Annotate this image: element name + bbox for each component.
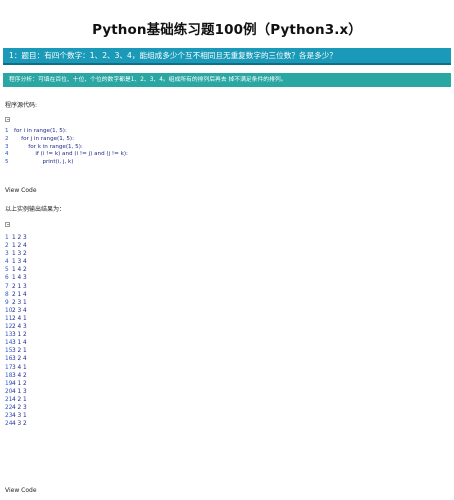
line-number: 8 xyxy=(5,291,9,298)
code-line: 1 for i in range(1, 5): xyxy=(5,128,128,136)
line-number: 18 xyxy=(5,372,13,379)
output-line: 102 3 4 xyxy=(5,307,27,315)
document-page: Python基础练习题100例（Python3.x） 1：题目：有四个数字：1、… xyxy=(0,0,454,500)
output-line: 31 3 2 xyxy=(5,250,27,258)
line-number: 3 xyxy=(5,143,9,150)
output-text: 4 1 3 xyxy=(12,388,27,395)
output-text: 4 2 3 xyxy=(12,404,27,411)
line-number: 4 xyxy=(5,259,9,266)
output-text: 4 1 2 xyxy=(12,380,27,387)
code-text: for j in range(1, 5): xyxy=(14,135,74,142)
output-line: 82 1 4 xyxy=(5,291,27,299)
output-text: 2 4 3 xyxy=(12,324,27,331)
line-number: 15 xyxy=(5,348,13,355)
line-number: 17 xyxy=(5,364,13,371)
line-number: 22 xyxy=(5,404,13,411)
question-bar: 1：题目：有四个数字：1、2、3、4，能组成多少个互不相同且无重复数字的三位数？… xyxy=(3,48,451,65)
line-number: 7 xyxy=(5,283,9,290)
code-text: for k in range(1, 5): xyxy=(14,143,83,150)
line-number: 10 xyxy=(5,307,13,314)
line-number: 21 xyxy=(5,396,13,403)
output-line: 183 4 2 xyxy=(5,372,27,380)
code-text: for i in range(1, 5): xyxy=(14,128,67,134)
line-number: 23 xyxy=(5,413,13,420)
output-line: 51 4 2 xyxy=(5,266,27,274)
output-text: 1 3 4 xyxy=(12,259,27,266)
output-block: 11 2 321 2 431 3 241 3 451 4 261 4 372 1… xyxy=(5,234,27,428)
output-line: 234 3 1 xyxy=(5,412,27,420)
line-number: 9 xyxy=(5,299,9,306)
output-text: 3 1 2 xyxy=(12,332,27,339)
code-text: print(i, j, k) xyxy=(14,159,74,166)
line-number: 5 xyxy=(5,159,9,166)
output-text: 3 1 4 xyxy=(12,340,27,347)
analysis-bar: 程序分析：可填在百位、十位、个位的数字都是1、2、3、4。组成所有的排列后再去 … xyxy=(3,73,451,87)
line-number: 24 xyxy=(5,421,13,428)
line-number: 2 xyxy=(5,243,9,250)
code-text: if (i != k) and (i != j) and (j != k): xyxy=(14,151,128,158)
line-number: 12 xyxy=(5,324,13,331)
output-line: 194 1 2 xyxy=(5,380,27,388)
line-number: 1 xyxy=(5,128,9,134)
line-number: 3 xyxy=(5,251,9,258)
output-line: 11 2 3 xyxy=(5,234,27,242)
output-text: 3 2 1 xyxy=(12,348,27,355)
output-text: 3 4 1 xyxy=(12,364,27,371)
output-text: 2 3 4 xyxy=(12,307,27,314)
output-text: 1 3 2 xyxy=(12,251,27,258)
code-block: 1 for i in range(1, 5): 2 for j in range(1… xyxy=(5,128,128,167)
line-number: 6 xyxy=(5,275,9,282)
line-number: 5 xyxy=(5,267,9,274)
output-text: 2 3 1 xyxy=(12,299,27,306)
output-line: 244 3 2 xyxy=(5,420,27,428)
page-title: Python基础练习题100例（Python3.x） xyxy=(92,22,362,38)
line-number: 14 xyxy=(5,340,13,347)
output-text: 1 4 2 xyxy=(12,267,27,274)
line-number: 20 xyxy=(5,388,13,395)
code-line: 5 print(i, j, k) xyxy=(5,159,128,167)
output-text: 2 1 3 xyxy=(12,283,27,290)
line-number: 11 xyxy=(5,315,13,322)
output-line: 21 2 4 xyxy=(5,242,27,250)
view-code-link[interactable]: View Code xyxy=(5,487,37,494)
output-line: 204 1 3 xyxy=(5,388,27,396)
code-line: 2 for j in range(1, 5): xyxy=(5,136,128,144)
line-number: 16 xyxy=(5,356,13,363)
line-number: 2 xyxy=(5,135,9,142)
output-text: 4 3 1 xyxy=(12,413,27,420)
output-line: 224 2 3 xyxy=(5,404,27,412)
output-text: 4 2 1 xyxy=(12,396,27,403)
output-line: 214 2 1 xyxy=(5,396,27,404)
output-line: 163 2 4 xyxy=(5,355,27,363)
code-line: 4 if (i != k) and (i != j) and (j != k): xyxy=(5,151,128,159)
line-number: 1 xyxy=(5,235,9,241)
output-text: 4 3 2 xyxy=(12,421,27,428)
output-line: 41 3 4 xyxy=(5,258,27,266)
output-line: 92 3 1 xyxy=(5,299,27,307)
output-line: 61 4 3 xyxy=(5,274,27,282)
output-line: 122 4 3 xyxy=(5,323,27,331)
output-text: 3 2 4 xyxy=(12,356,27,363)
source-code-label: 程序源代码: xyxy=(5,102,38,109)
output-text: 2 1 4 xyxy=(12,291,27,298)
copy-icon[interactable] xyxy=(5,222,10,227)
line-number: 13 xyxy=(5,332,13,339)
view-code-link[interactable]: View Code xyxy=(5,187,37,194)
line-number: 4 xyxy=(5,151,9,158)
output-line: 153 2 1 xyxy=(5,347,27,355)
output-line: 133 1 2 xyxy=(5,331,27,339)
output-label: 以上实例输出结果为： xyxy=(5,206,66,213)
code-line: 3 for k in range(1, 5): xyxy=(5,144,128,152)
output-text: 2 4 1 xyxy=(12,315,27,322)
output-line: 112 4 1 xyxy=(5,315,27,323)
output-line: 143 1 4 xyxy=(5,339,27,347)
output-text: 1 2 3 xyxy=(12,235,27,241)
output-text: 3 4 2 xyxy=(12,372,27,379)
output-text: 1 4 3 xyxy=(12,275,27,282)
output-text: 1 2 4 xyxy=(12,243,27,250)
output-line: 72 1 3 xyxy=(5,283,27,291)
copy-icon[interactable] xyxy=(5,117,10,122)
output-line: 173 4 1 xyxy=(5,364,27,372)
line-number: 19 xyxy=(5,380,13,387)
